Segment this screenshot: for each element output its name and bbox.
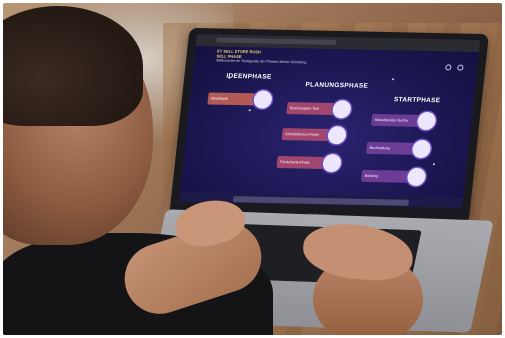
calculator-icon [416, 111, 437, 131]
card-label: Ideenbank [210, 96, 228, 101]
card-ideenbank[interactable]: Ideenbank [207, 90, 273, 109]
card-gruenderbonus-finder[interactable]: Gründerbonus-Finder [281, 126, 347, 145]
card-label: Förderbank-Finder [279, 160, 311, 165]
app-page: EY SELL STORE RUSH SELL PHASE Willkommen… [179, 46, 480, 198]
settings-icon[interactable] [445, 64, 452, 71]
star-icon [391, 78, 395, 81]
phase-title-ideenphase: IDEENPHASE [225, 72, 272, 81]
browser-address-bar[interactable] [216, 37, 337, 45]
card-label: Buchhaltung [369, 145, 390, 151]
card-label: Steuerberater-Suche [374, 117, 409, 123]
card-label: Businessplan-Tool [289, 106, 320, 111]
star-icon [432, 163, 435, 166]
card-banking[interactable]: Banking [360, 167, 427, 187]
card-steuerberater-suche[interactable]: Steuerberater-Suche [371, 111, 437, 131]
card-businessplan-tool[interactable]: Businessplan-Tool [286, 100, 352, 119]
card-foerderbank-finder[interactable]: Förderbank-Finder [276, 153, 342, 173]
photo: EY SELL STORE RUSH SELL PHASE Willkommen… [3, 3, 502, 335]
card-buchhaltung[interactable]: Buchhaltung [365, 139, 432, 159]
handshake-icon [322, 153, 342, 173]
clipboard-icon [406, 167, 427, 187]
header-icons [445, 64, 464, 71]
profile-icon[interactable] [457, 64, 464, 71]
star-icon [248, 109, 251, 112]
phase-title-startphase: STARTPHASE [393, 96, 441, 105]
gear-icon [331, 100, 352, 119]
person-icon [327, 126, 347, 145]
macos-dock[interactable] [232, 196, 410, 206]
laptop-lid: EY SELL STORE RUSH SELL PHASE Willkommen… [169, 27, 489, 225]
card-label: Banking [364, 173, 378, 179]
rocket-icon [252, 90, 273, 109]
laptop-screen: EY SELL STORE RUSH SELL PHASE Willkommen… [178, 34, 481, 208]
chart-icon [411, 139, 432, 159]
phase-title-planungsphase: PLANUNGSPHASE [305, 81, 369, 90]
card-label: Gründerbonus-Finder [284, 132, 320, 137]
app-subtitle: Willkommen im Tooltgerate der Phasen dei… [215, 58, 307, 65]
